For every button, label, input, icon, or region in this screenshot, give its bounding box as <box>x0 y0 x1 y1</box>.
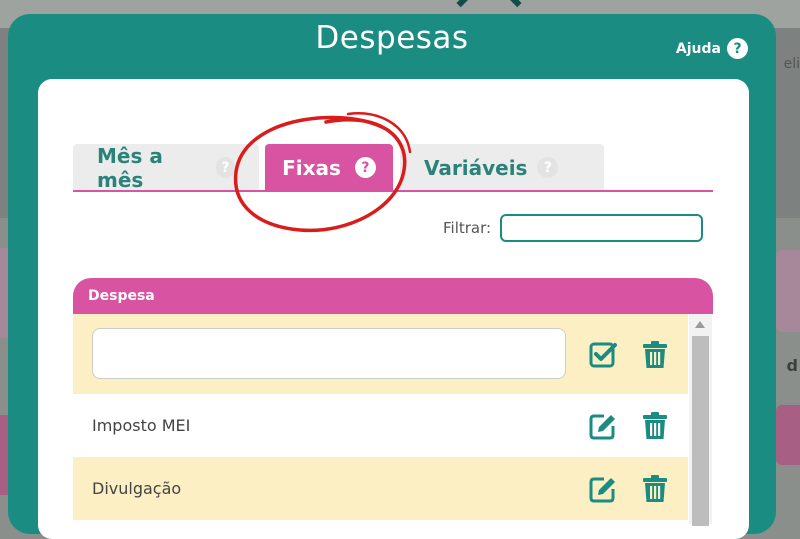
edit-icon <box>589 477 615 503</box>
scroll-up-arrow-icon[interactable] <box>689 318 712 332</box>
tab-variaveis[interactable]: Variáveis ? <box>400 144 604 191</box>
tab-label: Variáveis <box>424 155 528 180</box>
delete-button[interactable] <box>640 340 670 370</box>
scrollbar[interactable] <box>689 314 712 526</box>
question-icon[interactable]: ? <box>537 157 559 178</box>
delete-button[interactable] <box>640 474 670 504</box>
background-card-right <box>776 250 800 332</box>
background-card-right-2 <box>776 405 800 465</box>
column-header-despesa: Despesa <box>88 288 155 304</box>
tab-label: Fixas <box>282 155 341 180</box>
tab-label: Mês a mês <box>97 143 163 192</box>
filter-label: Filtrar: <box>443 219 492 237</box>
confirm-button[interactable] <box>588 340 618 370</box>
filter-group: Filtrar: <box>443 214 704 242</box>
background-top-text: eli <box>783 56 800 72</box>
filter-input[interactable] <box>500 214 704 242</box>
delete-button[interactable] <box>640 411 670 441</box>
table-header: Despesa <box>73 278 713 314</box>
question-icon[interactable]: ? <box>215 157 235 178</box>
trash-icon <box>643 341 667 368</box>
edit-button[interactable] <box>588 474 618 504</box>
edit-icon <box>589 414 615 440</box>
expense-name: Divulgação <box>92 479 182 498</box>
help-label: Ajuda <box>675 40 721 57</box>
trash-icon <box>643 412 667 439</box>
question-icon[interactable]: ? <box>354 157 376 178</box>
expense-name: Imposto MEI <box>92 416 191 435</box>
background-text: d <box>786 356 798 375</box>
table-row: Imposto MEI <box>73 394 688 457</box>
tab-bar: Mês a mês ? Fixas ? Variáveis ? <box>73 143 713 192</box>
trash-icon <box>643 475 667 502</box>
tab-underline <box>73 190 713 192</box>
new-expense-row <box>73 314 688 394</box>
scroll-thumb[interactable] <box>692 336 709 526</box>
tab-mes-a-mes[interactable]: Mês a mês ? <box>73 143 259 192</box>
edit-button[interactable] <box>588 411 618 441</box>
table-row: Divulgação <box>73 457 688 520</box>
tab-fixas[interactable]: Fixas ? <box>265 144 393 191</box>
new-expense-input[interactable] <box>92 328 566 379</box>
modal-title: Despesas <box>315 20 469 56</box>
help-icon: ? <box>727 38 748 59</box>
check-square-icon <box>589 342 617 368</box>
help-link[interactable]: Ajuda ? <box>676 38 748 59</box>
